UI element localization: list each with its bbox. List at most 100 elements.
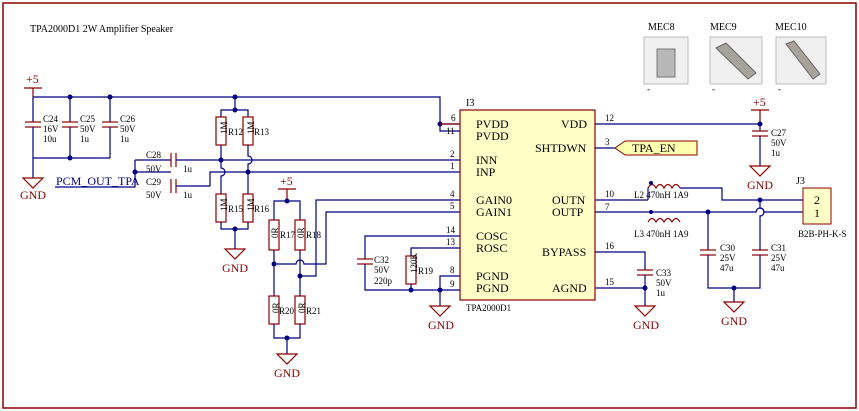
gnd-label-7: GND [633, 318, 659, 332]
c30-voltage: 25V [720, 253, 736, 263]
pin-3-num: 3 [605, 137, 610, 147]
pin-5-name: GAIN1 [476, 205, 512, 219]
c30-ref: C30 [720, 243, 736, 253]
c31-voltage: 25V [771, 253, 787, 263]
pin-11-num: 11 [446, 126, 455, 136]
r20-ref: R20 [279, 306, 295, 316]
resistor-r17: 0R R17 [268, 219, 296, 251]
c24-voltage: 16V [43, 124, 59, 134]
capacitor-c32: C32 50V 220p [357, 255, 393, 286]
j3-ref: J3 [796, 176, 805, 187]
resistor-r15: 1M R15 [215, 193, 244, 223]
capacitor-c30: C30 25V 47u [700, 243, 736, 273]
pin-6-num: 6 [451, 113, 456, 123]
mec9-ref: MEC9 [710, 22, 737, 33]
c32-ref: C32 [374, 255, 389, 265]
net-label-tpa-en: TPA_EN [632, 141, 676, 155]
resistor-r18: 0R R18 [294, 219, 322, 251]
c28-voltage: 50V [146, 164, 162, 174]
pin-1-num: 1 [450, 161, 455, 171]
gnd-symbol-3: GND [274, 353, 300, 380]
r15-top [220, 160, 226, 194]
c33-ref: C33 [656, 268, 672, 278]
l3-label: L3 470nH 1A9 [634, 229, 689, 239]
vcc-symbol-right: +5 [751, 95, 769, 124]
resistor-r16: 1M R16 [242, 193, 270, 223]
r17-ref: R17 [280, 230, 296, 240]
r15-ref: R15 [228, 204, 244, 214]
r13-ref: R13 [254, 127, 270, 137]
r13-bottom [247, 145, 253, 172]
capacitor-c27: C27 50V 1u [752, 128, 787, 158]
gnd-label-3: GND [274, 366, 300, 380]
c25-value: 1u [80, 134, 90, 144]
mec9-sub: - [712, 84, 715, 94]
mec8-connector-image [656, 48, 676, 78]
r21-ref: R21 [306, 306, 321, 316]
r18-value: 0R [296, 227, 306, 238]
c28-value: 1u [183, 164, 193, 174]
capacitor-c26: C26 50V 1u [102, 97, 136, 158]
c28-ref: C28 [146, 150, 162, 160]
capacitor-c28: C28 50V 1u [146, 150, 193, 174]
gnd-label-5: GND [747, 178, 773, 192]
c33-voltage: 50V [656, 278, 672, 288]
pin-14-num: 14 [446, 225, 456, 235]
pin-16-num: 16 [605, 241, 615, 251]
outp-to-connector [708, 207, 803, 213]
gnd-label-1: GND [20, 188, 46, 202]
c30-value: 47u [720, 263, 734, 273]
r16-ref: R16 [254, 204, 270, 214]
resistor-r12: 1M R12 [215, 116, 243, 146]
gnd-symbol-2: GND [222, 248, 248, 275]
pin-7-name: OUTP [552, 205, 584, 219]
bypass-net [595, 251, 646, 270]
capacitor-c33: C33 50V 1u [637, 268, 672, 298]
r18-top [287, 200, 301, 220]
c31-value: 47u [771, 263, 785, 273]
pin-15-name: AGND [552, 281, 587, 295]
gnd-label-4: GND [428, 318, 454, 332]
vcc-label-right: +5 [753, 95, 766, 109]
connector-j3: J3 2 1 B2B-PH-K-S [796, 176, 847, 239]
c27-ref: C27 [771, 128, 787, 138]
net-label-pcm-out: PCM_OUT_TPA [56, 174, 140, 188]
c32-voltage: 50V [374, 265, 390, 275]
capacitor-c31: C31 25V 47u [752, 243, 787, 273]
schematic-canvas: TPA2000D1 2W Amplifier Speaker MEC8 - ME… [2, 2, 857, 409]
inp-net [176, 171, 460, 187]
gnd-symbol-5: GND [747, 165, 773, 192]
pin-15-num: 15 [605, 277, 615, 287]
pin-16-name: BYPASS [542, 245, 586, 259]
ic-part: TPA2000D1 [466, 303, 511, 313]
pin-10-num: 10 [605, 189, 615, 199]
ic-tpa2000d1: I3 TPA2000D1 6 PVDD 11 PVDD 2 INN 1 INP … [440, 98, 615, 313]
pin-4-num: 4 [450, 189, 455, 199]
mec10-sub: - [778, 84, 781, 94]
mec10-part: MEC10 - [775, 22, 827, 94]
capacitor-c24: C24 16V 10u [25, 97, 59, 158]
c27-voltage: 50V [771, 138, 787, 148]
vcc-symbol-gain: +5 [278, 174, 296, 201]
j3-part: B2B-PH-K-S [798, 229, 847, 239]
resistor-r20: 0R R20 [268, 295, 295, 325]
schematic-title: TPA2000D1 2W Amplifier Speaker [30, 24, 174, 35]
gnd-symbol-4: GND [428, 305, 454, 332]
pin-3-name: SHTDWN [535, 141, 587, 155]
inductor-l2: L2 470nH 1A9 [634, 181, 689, 200]
j3-pin-1: 1 [814, 206, 820, 220]
r17-value: 0R [270, 227, 280, 238]
resistor-r21: 0R R21 [294, 295, 321, 325]
c31-top [759, 200, 765, 250]
c29-voltage: 50V [146, 190, 162, 200]
gnd-symbol-7: GND [633, 305, 659, 332]
pin-12-name: VDD [561, 117, 587, 131]
c25-voltage: 50V [80, 124, 96, 134]
mec8-part: MEC8 - [643, 22, 689, 94]
l2-label: L2 470nH 1A9 [634, 190, 689, 200]
gnd-label-2: GND [222, 261, 248, 275]
r12-ref: R12 [228, 127, 243, 137]
l2-right-wire [680, 187, 803, 201]
pin-1-name: INP [476, 165, 496, 179]
c24-value: 10u [43, 134, 57, 144]
